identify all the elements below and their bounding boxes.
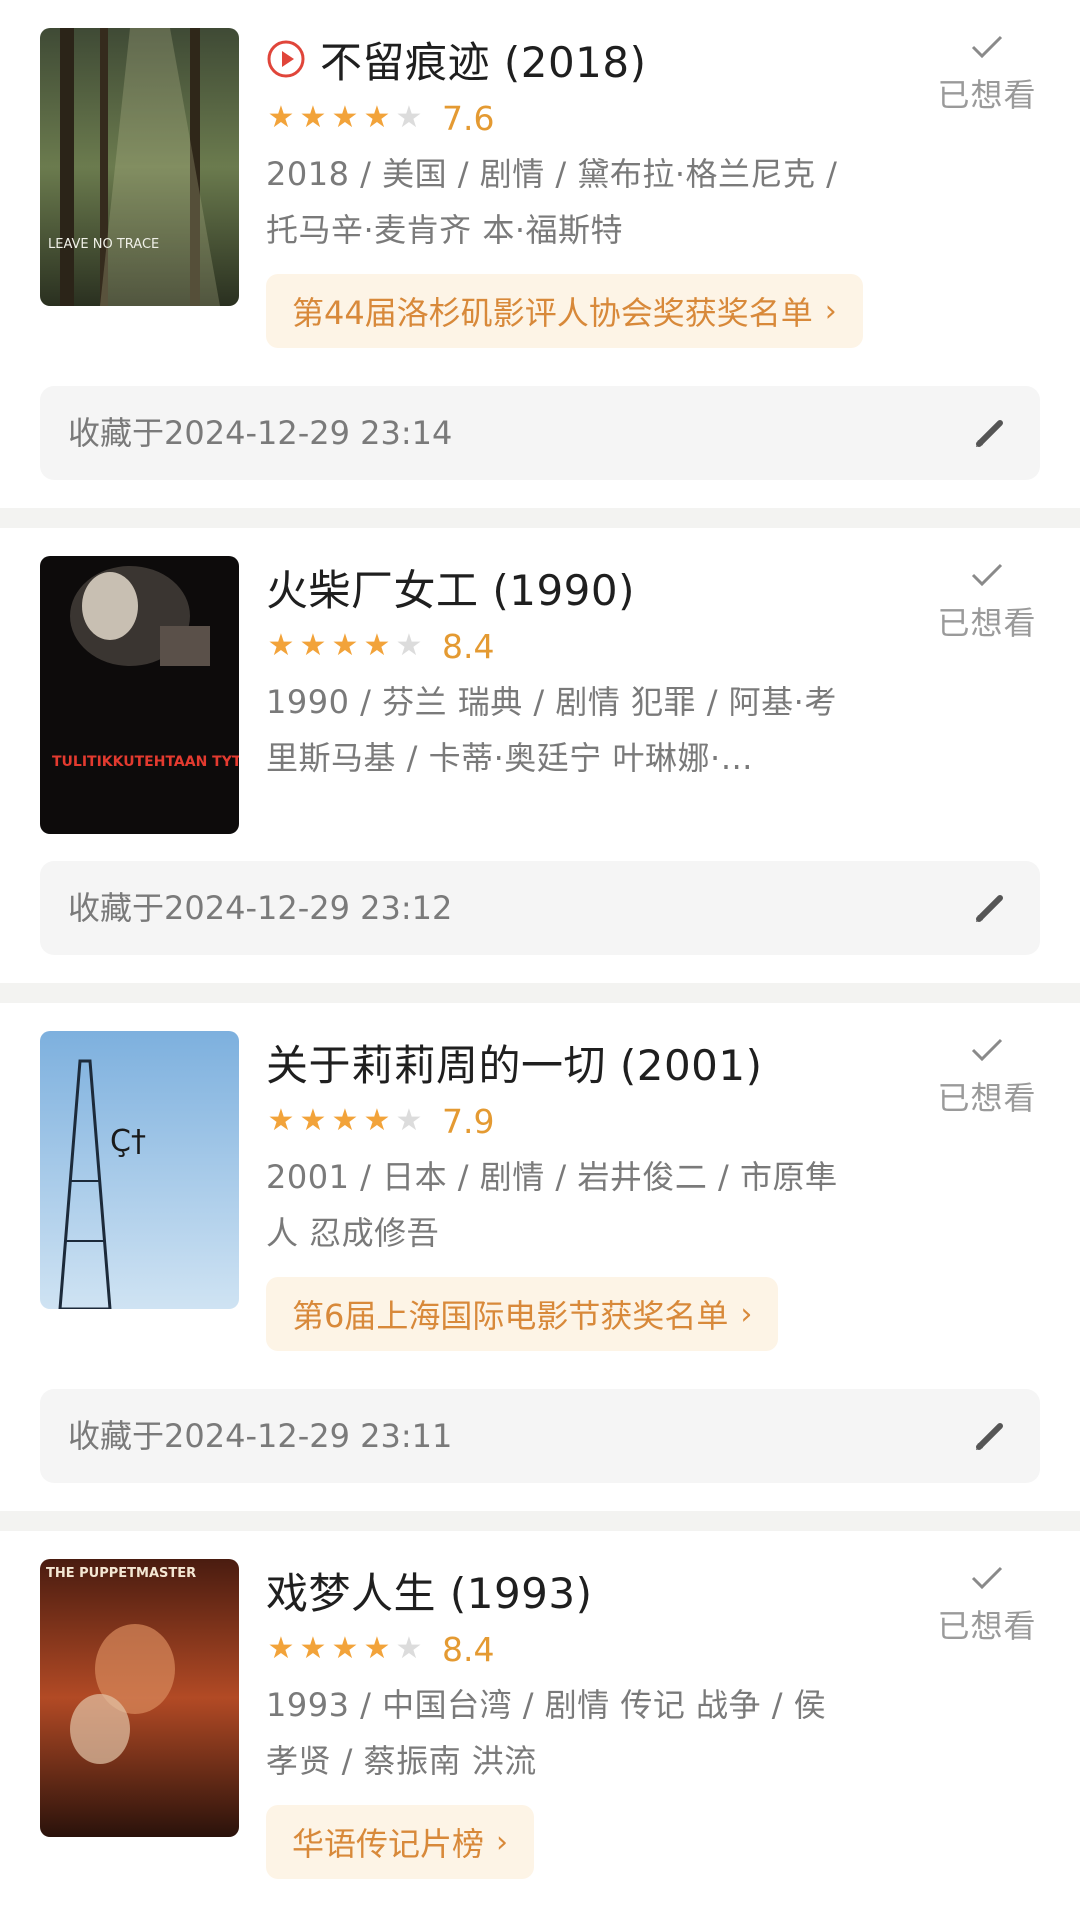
- award-list-button[interactable]: 华语传记片榜 ›: [266, 1805, 535, 1879]
- movie-meta: 1990 / 芬兰 瑞典 / 剧情 犯罪 / 阿基·考里斯马基 / 卡蒂·奥廷宁…: [266, 683, 837, 777]
- star-empty-icon: ★: [395, 628, 423, 663]
- poster-image: TULITIKKUTEHTAAN TYTTÖ: [40, 556, 239, 834]
- check-icon: [971, 563, 1003, 587]
- rating-stars: ★ ★ ★ ★ ★: [266, 1106, 424, 1136]
- poster-image: THE PUPPETMASTER: [40, 1559, 239, 1837]
- star-filled-icon: ★: [267, 100, 295, 135]
- status-label: 已想看: [937, 76, 1037, 114]
- award-label: 第6届上海国际电影节获奖名单: [292, 1297, 729, 1335]
- movie-poster[interactable]: Ç†: [40, 1031, 239, 1309]
- play-icon[interactable]: [266, 39, 306, 79]
- movie-card[interactable]: THE PUPPETMASTER 戏梦人生 (1993) ★ ★ ★ ★ ★ 8…: [0, 1531, 1080, 1923]
- star-empty-icon: ★: [395, 100, 423, 135]
- collected-bar[interactable]: 收藏于2024-12-29 23:11: [40, 1389, 1040, 1483]
- movie-poster[interactable]: THE PUPPETMASTER: [40, 1559, 239, 1837]
- edit-pencil-icon[interactable]: [970, 413, 1010, 453]
- star-filled-icon: ★: [363, 1103, 391, 1138]
- rating-score: 8.4: [442, 626, 495, 666]
- star-filled-icon: ★: [267, 1631, 295, 1666]
- star-filled-icon: ★: [331, 1631, 359, 1666]
- award-label: 华语传记片榜: [292, 1825, 485, 1863]
- wish-status-button[interactable]: 已想看: [932, 30, 1042, 116]
- star-filled-icon: ★: [299, 1103, 327, 1138]
- star-filled-icon: ★: [363, 100, 391, 135]
- collected-bar[interactable]: 收藏于2024-12-29 23:14: [40, 386, 1040, 480]
- check-icon: [971, 1566, 1003, 1590]
- star-filled-icon: ★: [363, 1631, 391, 1666]
- status-label: 已想看: [937, 1607, 1037, 1645]
- movie-poster[interactable]: LEAVE NO TRACE: [40, 28, 239, 306]
- check-icon: [971, 1038, 1003, 1062]
- edit-pencil-icon[interactable]: [970, 1416, 1010, 1456]
- collected-time: 收藏于2024-12-29 23:12: [68, 889, 453, 927]
- status-label: 已想看: [937, 604, 1037, 642]
- movie-meta: 2018 / 美国 / 剧情 / 黛布拉·格兰尼克 / 托马辛·麦肯齐 本·福斯…: [266, 155, 838, 249]
- star-filled-icon: ★: [363, 628, 391, 663]
- star-filled-icon: ★: [299, 100, 327, 135]
- rating-score: 7.9: [442, 1101, 495, 1141]
- poster-title-text: Ç†: [110, 1124, 146, 1159]
- collected-time: 收藏于2024-12-29 23:14: [68, 414, 453, 452]
- star-filled-icon: ★: [299, 628, 327, 663]
- chevron-right-icon: ›: [740, 1296, 753, 1332]
- rating-stars: ★ ★ ★ ★ ★: [266, 103, 424, 133]
- wish-status-button[interactable]: 已想看: [932, 1561, 1042, 1647]
- movie-poster[interactable]: TULITIKKUTEHTAAN TYTTÖ: [40, 556, 239, 834]
- poster-title-text: LEAVE NO TRACE: [48, 237, 159, 252]
- movie-card[interactable]: Ç† 关于莉莉周的一切 (2001) ★ ★ ★ ★ ★ 7.9 2001 / …: [0, 1003, 1080, 1511]
- award-label: 第44届洛杉矶影评人协会奖获奖名单: [292, 294, 813, 332]
- poster-image: Ç†: [40, 1031, 239, 1309]
- status-label: 已想看: [937, 1079, 1037, 1117]
- check-icon: [971, 35, 1003, 59]
- star-empty-icon: ★: [395, 1103, 423, 1138]
- rating-stars: ★ ★ ★ ★ ★: [266, 631, 424, 661]
- rating-stars: ★ ★ ★ ★ ★: [266, 1634, 424, 1664]
- movie-title[interactable]: 戏梦人生 (1993): [266, 1560, 593, 1621]
- star-filled-icon: ★: [331, 628, 359, 663]
- rating-score: 7.6: [442, 98, 495, 138]
- rating-score: 8.4: [442, 1629, 495, 1669]
- star-filled-icon: ★: [299, 1631, 327, 1666]
- wish-status-button[interactable]: 已想看: [932, 1033, 1042, 1119]
- chevron-right-icon: ›: [824, 293, 837, 329]
- poster-title-text: TULITIKKUTEHTAAN TYTTÖ: [52, 752, 239, 770]
- edit-pencil-icon[interactable]: [970, 888, 1010, 928]
- star-filled-icon: ★: [267, 628, 295, 663]
- movie-card[interactable]: TULITIKKUTEHTAAN TYTTÖ 火柴厂女工 (1990) ★ ★ …: [0, 528, 1080, 983]
- movie-card[interactable]: LEAVE NO TRACE 不留痕迹 (2018) ★ ★ ★ ★ ★ 7.6…: [0, 0, 1080, 508]
- star-empty-icon: ★: [395, 1631, 423, 1666]
- collected-bar[interactable]: 收藏于2024-12-29 23:12: [40, 861, 1040, 955]
- movie-meta: 1993 / 中国台湾 / 剧情 传记 战争 / 侯孝贤 / 蔡振南 洪流: [266, 1686, 827, 1780]
- award-list-button[interactable]: 第6届上海国际电影节获奖名单 ›: [266, 1277, 779, 1351]
- star-filled-icon: ★: [331, 100, 359, 135]
- collected-time: 收藏于2024-12-29 23:11: [68, 1417, 453, 1455]
- movie-title[interactable]: 不留痕迹 (2018): [320, 29, 647, 90]
- movie-title[interactable]: 火柴厂女工 (1990): [266, 557, 635, 618]
- chevron-right-icon: ›: [496, 1824, 509, 1860]
- award-list-button[interactable]: 第44届洛杉矶影评人协会奖获奖名单 ›: [266, 274, 863, 348]
- star-filled-icon: ★: [331, 1103, 359, 1138]
- movie-meta: 2001 / 日本 / 剧情 / 岩井俊二 / 市原隼人 忍成修吾: [266, 1158, 838, 1252]
- wish-status-button[interactable]: 已想看: [932, 558, 1042, 644]
- star-filled-icon: ★: [267, 1103, 295, 1138]
- poster-image: LEAVE NO TRACE: [40, 28, 239, 306]
- movie-title[interactable]: 关于莉莉周的一切 (2001): [266, 1032, 763, 1093]
- poster-title-text: THE PUPPETMASTER: [46, 1566, 196, 1581]
